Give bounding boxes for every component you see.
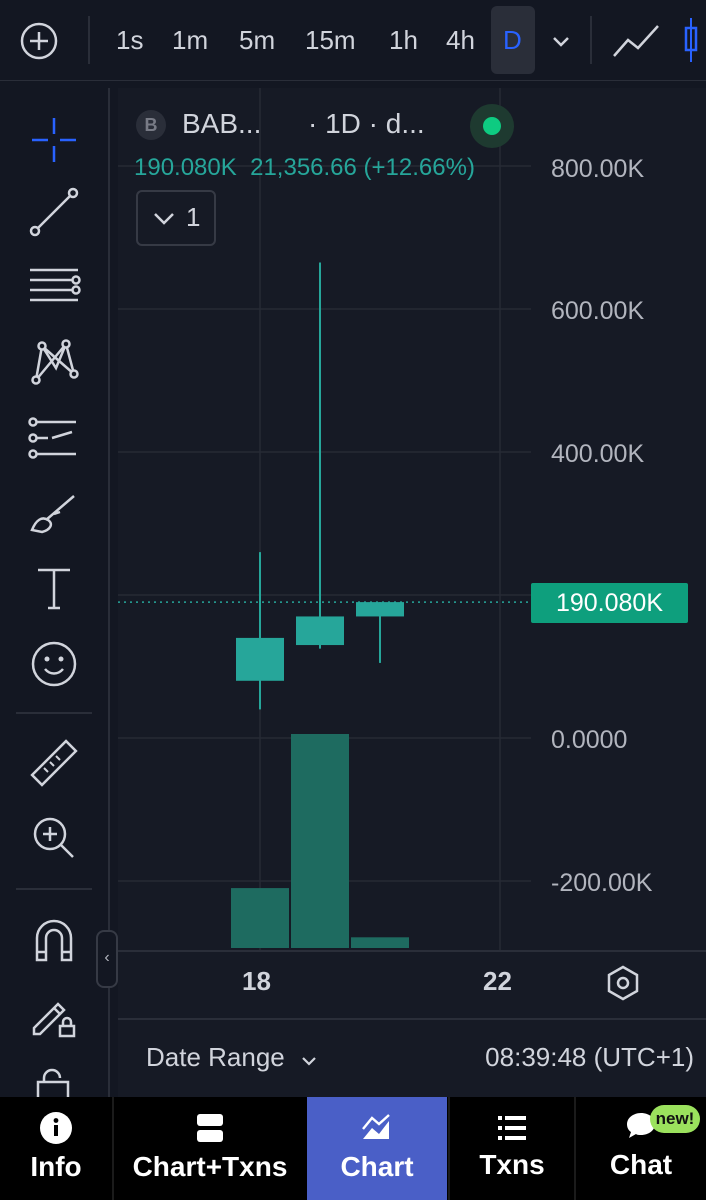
bottom-nav: Info Chart+Txns Chart Txns Chat bbox=[0, 1097, 706, 1200]
toolbar-divider bbox=[88, 16, 90, 64]
nav-tab-label: Chart bbox=[340, 1151, 414, 1182]
toolbar-divider bbox=[590, 16, 592, 64]
nav-tab-label: Chart+Txns bbox=[132, 1151, 288, 1182]
date-range-button[interactable]: Date Range bbox=[146, 1042, 320, 1073]
current-price-tag: 190.080K bbox=[531, 583, 688, 623]
top-toolbar: 1s 1m 5m 15m 1h 4h D bbox=[0, 0, 706, 81]
toolbar-divider bbox=[16, 712, 92, 714]
market-status-icon bbox=[470, 104, 514, 148]
volume-bar bbox=[291, 734, 349, 948]
unlock-icon[interactable] bbox=[24, 1058, 84, 1098]
ohlc-values: 190.080K 21,356.66 (+12.66%) bbox=[134, 154, 475, 182]
fib-retracement-icon[interactable] bbox=[24, 258, 84, 318]
text-icon[interactable] bbox=[24, 558, 84, 618]
date-range-label: Date Range bbox=[146, 1042, 285, 1072]
volume-bar bbox=[231, 888, 289, 948]
symbol-name[interactable]: BAB... bbox=[182, 108, 261, 140]
price-axis-label: 800.00K bbox=[551, 155, 645, 183]
chart-pane[interactable]: 800.00K 600.00K 400.00K 0.0000 -200.00K … bbox=[118, 88, 706, 1098]
indicators-count: 1 bbox=[186, 202, 201, 232]
timeframe-d[interactable]: D bbox=[503, 24, 522, 56]
time-axis-label: 22 bbox=[483, 966, 512, 996]
chart-footer: Date Range 08:39:48 (UTC+1) bbox=[118, 1018, 706, 1098]
price-axis-label: 400.00K bbox=[551, 440, 645, 468]
new-badge: new! bbox=[650, 1105, 700, 1133]
volume-series bbox=[231, 734, 409, 948]
candle-body bbox=[296, 616, 344, 646]
chart-txns-icon bbox=[193, 1111, 227, 1145]
collapse-toolbar-handle[interactable]: ‹ bbox=[96, 930, 118, 988]
timeframe-4h[interactable]: 4h bbox=[446, 24, 475, 56]
candle-series bbox=[236, 262, 404, 710]
nav-tab-chart-txns[interactable]: Chart+Txns bbox=[114, 1097, 306, 1200]
indicators-toggle-button[interactable]: 1 bbox=[136, 190, 216, 246]
magnet-icon[interactable] bbox=[24, 910, 84, 970]
timeframe-5m[interactable]: 5m bbox=[239, 24, 275, 56]
price-axis-label: 0.0000 bbox=[551, 726, 628, 754]
candle-body bbox=[236, 637, 284, 681]
clock[interactable]: 08:39:48 (UTC+1) bbox=[485, 1042, 694, 1073]
settings-icon[interactable] bbox=[602, 962, 644, 1004]
zoom-in-icon[interactable] bbox=[24, 808, 84, 868]
nav-tab-label: Info bbox=[30, 1151, 82, 1182]
timeframe-1s[interactable]: 1s bbox=[116, 24, 143, 56]
price-axis-label: -200.00K bbox=[551, 869, 653, 897]
nav-tab-info[interactable]: Info bbox=[0, 1097, 112, 1200]
forecast-icon[interactable] bbox=[24, 408, 84, 468]
last-value: 190.080K bbox=[134, 154, 237, 181]
brush-icon[interactable] bbox=[24, 484, 84, 544]
line-chart-type-icon[interactable] bbox=[612, 22, 662, 60]
nav-tab-chart[interactable]: Chart bbox=[307, 1097, 447, 1200]
chevron-down-icon bbox=[150, 204, 178, 232]
trend-line-icon[interactable] bbox=[24, 182, 84, 242]
emoji-icon[interactable] bbox=[24, 634, 84, 694]
candles-chart-type-icon[interactable] bbox=[683, 18, 699, 62]
lock-drawing-icon[interactable] bbox=[24, 984, 84, 1044]
toolbar-divider bbox=[16, 888, 92, 890]
info-icon bbox=[39, 1111, 73, 1145]
chevron-down-icon bbox=[298, 1048, 320, 1070]
timeframe-15m[interactable]: 15m bbox=[305, 24, 356, 56]
drawing-toolbar bbox=[0, 88, 110, 1098]
timeframe-1h[interactable]: 1h bbox=[389, 24, 418, 56]
ruler-icon[interactable] bbox=[24, 734, 84, 794]
nav-tab-label: Chat bbox=[609, 1149, 673, 1180]
add-symbol-icon[interactable] bbox=[20, 22, 58, 60]
area-chart-icon bbox=[360, 1111, 394, 1145]
volume-bar bbox=[351, 937, 409, 948]
candle-body bbox=[356, 602, 404, 617]
pattern-icon[interactable] bbox=[24, 332, 84, 392]
crosshair-icon[interactable] bbox=[24, 110, 84, 170]
price-axis-label: 600.00K bbox=[551, 297, 645, 325]
nav-tab-label: Txns bbox=[479, 1149, 545, 1180]
time-axis-label: 18 bbox=[242, 966, 271, 996]
chevron-left-icon: ‹ bbox=[104, 949, 110, 966]
chevron-down-icon[interactable] bbox=[548, 28, 574, 54]
nav-tab-txns[interactable]: Txns bbox=[450, 1097, 574, 1200]
timeframe-1m[interactable]: 1m bbox=[172, 24, 208, 56]
time-axis[interactable]: 18 22 bbox=[118, 950, 706, 1020]
list-icon bbox=[495, 1111, 529, 1145]
change-value: 21,356.66 (+12.66%) bbox=[250, 154, 475, 181]
symbol-interval: · 1D · d... bbox=[308, 108, 425, 139]
symbol-logo: B bbox=[136, 110, 166, 140]
